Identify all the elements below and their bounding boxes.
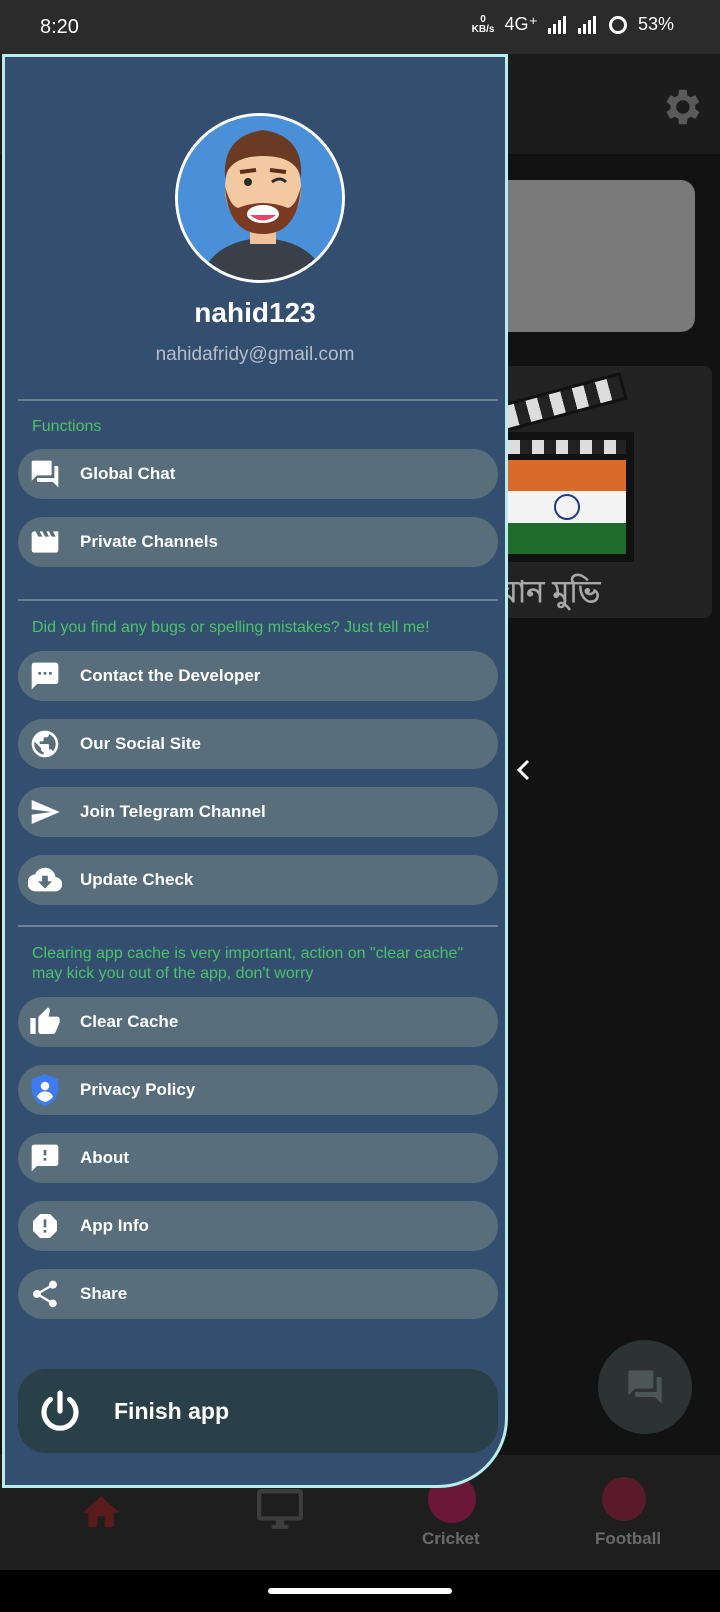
- section-header-feedback: Did you find any bugs or spelling mistak…: [32, 619, 430, 636]
- avatar-illustration: [178, 116, 342, 280]
- clock: 8:20: [40, 16, 79, 38]
- menu-item-label: Contact the Developer: [80, 666, 261, 685]
- menu-item-label: Our Social Site: [80, 734, 201, 753]
- avatar: [175, 113, 345, 283]
- menu-item-label: Private Channels: [80, 532, 218, 551]
- menu-item-app-info[interactable]: App Info: [18, 1201, 498, 1251]
- tv-icon[interactable]: [254, 1485, 306, 1531]
- menu-item-global-chat[interactable]: Global Chat: [18, 449, 498, 499]
- globe-icon: [31, 730, 59, 758]
- chat-fab[interactable]: [598, 1340, 692, 1434]
- message-icon: [31, 662, 59, 690]
- nav-label-football[interactable]: Football: [595, 1529, 661, 1549]
- feedback-icon: [31, 1144, 59, 1172]
- chevron-left-icon[interactable]: [512, 758, 536, 782]
- battery-icon: [608, 15, 627, 34]
- menu-item-label: Clear Cache: [80, 1012, 179, 1031]
- nav-label-cricket[interactable]: Cricket: [422, 1529, 480, 1549]
- forum-icon: [628, 1370, 662, 1404]
- power-icon: [41, 1390, 79, 1431]
- network-type: 4G⁺: [504, 14, 538, 34]
- share-icon: [33, 1280, 57, 1308]
- home-icon[interactable]: [78, 1489, 124, 1529]
- divider: [18, 599, 498, 601]
- menu-item-label: Privacy Policy: [80, 1080, 196, 1099]
- menu-item-private-channels[interactable]: Private Channels: [18, 517, 498, 567]
- divider: [18, 399, 498, 401]
- football-icon[interactable]: [602, 1477, 646, 1521]
- menu-item-label: Update Check: [80, 870, 194, 889]
- alert-octagon-icon: [33, 1214, 57, 1238]
- menu-item-contact-developer[interactable]: Contact the Developer: [18, 651, 498, 701]
- menu-item-label: About: [80, 1148, 130, 1167]
- menu-item-privacy-policy[interactable]: Privacy Policy: [18, 1065, 498, 1115]
- menu-item-clear-cache[interactable]: Clear Cache: [18, 997, 498, 1047]
- data-rate: 0 KB/s: [471, 13, 495, 35]
- finish-app-label: Finish app: [114, 1397, 229, 1424]
- forum-icon: [31, 460, 59, 488]
- user-email: nahidafridy@gmail.com: [155, 344, 355, 365]
- section-header-cache: Clearing app cache is very important, ac…: [32, 945, 464, 982]
- menu-item-social-site[interactable]: Our Social Site: [18, 719, 498, 769]
- home-gesture-bar[interactable]: [268, 1588, 452, 1594]
- signal-icon: [577, 15, 596, 34]
- category-label: য়ান মুভি: [500, 576, 601, 609]
- menu-item-label: Share: [80, 1284, 128, 1303]
- india-flag-clapper: [500, 432, 634, 562]
- menu-item-label: Global Chat: [80, 464, 176, 483]
- shield-user-icon: [31, 1074, 59, 1106]
- finish-app-button[interactable]: Finish app: [18, 1369, 498, 1453]
- movie-icon: [31, 531, 59, 553]
- signal-icon: [547, 15, 566, 34]
- cloud-download-icon: [28, 867, 62, 892]
- divider: [18, 925, 498, 927]
- status-bar: 8:20 0 KB/s 4G⁺ 53%: [0, 0, 720, 54]
- battery-percent: 53%: [637, 14, 674, 34]
- settings-gear-icon[interactable]: [658, 84, 704, 130]
- menu-item-label: Join Telegram Channel: [80, 802, 266, 821]
- send-icon: [31, 800, 60, 824]
- navigation-drawer: nahid123 nahidafridy@gmail.com Functions…: [2, 54, 508, 1488]
- menu-item-about[interactable]: About: [18, 1133, 498, 1183]
- menu-item-update-check[interactable]: Update Check: [18, 855, 498, 905]
- menu-item-label: App Info: [80, 1216, 149, 1235]
- section-header-functions: Functions: [32, 418, 102, 435]
- username: nahid123: [194, 297, 316, 328]
- menu-item-telegram[interactable]: Join Telegram Channel: [18, 787, 498, 837]
- thumb-up-icon: [30, 1007, 60, 1034]
- menu-item-share[interactable]: Share: [18, 1269, 498, 1319]
